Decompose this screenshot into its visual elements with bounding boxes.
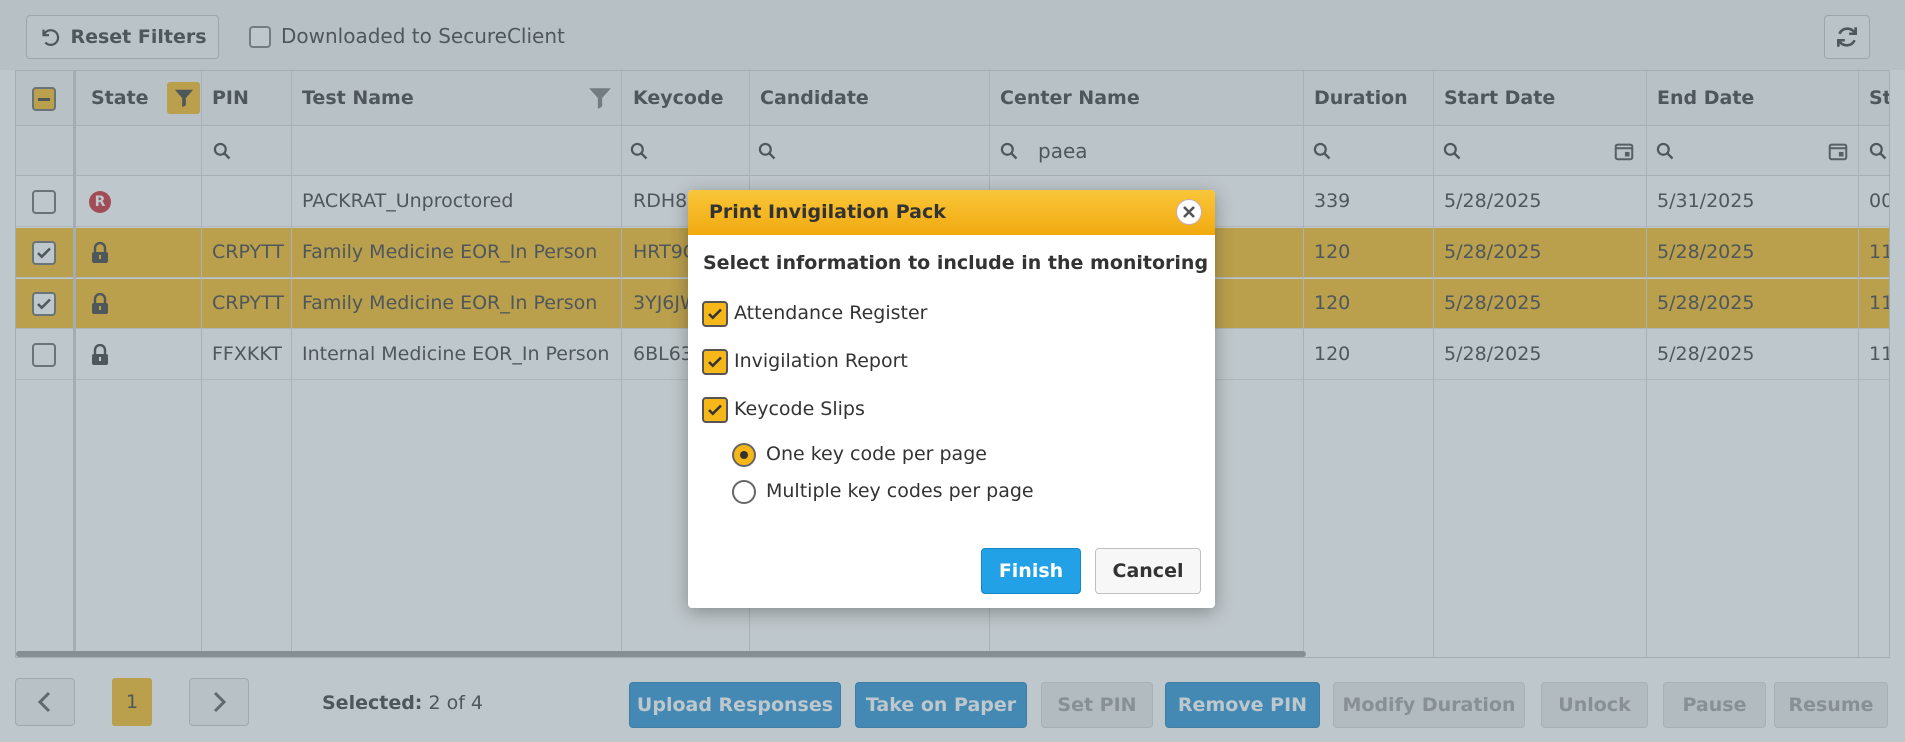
cancel-button[interactable]: Cancel bbox=[1095, 548, 1201, 594]
app: Reset Filters Downloaded to SecureClient… bbox=[0, 0, 1905, 742]
dialog-title: Print Invigilation Pack bbox=[709, 201, 946, 223]
finish-button[interactable]: Finish bbox=[981, 548, 1081, 594]
invigilation-report-checkbox[interactable] bbox=[702, 349, 728, 375]
one-keycode-label: One key code per page bbox=[766, 443, 987, 465]
close-icon bbox=[1183, 206, 1195, 218]
dialog-prompt: Select information to include in the mon… bbox=[703, 252, 1215, 274]
invigilation-report-label: Invigilation Report bbox=[734, 350, 908, 372]
one-keycode-radio[interactable] bbox=[732, 443, 756, 467]
attendance-register-checkbox[interactable] bbox=[702, 301, 728, 327]
multiple-keycodes-radio[interactable] bbox=[732, 480, 756, 504]
print-invigilation-dialog: Print Invigilation Pack Select informati… bbox=[688, 190, 1215, 608]
keycode-slips-label: Keycode Slips bbox=[734, 398, 865, 420]
checkmark-icon bbox=[708, 308, 722, 320]
attendance-register-label: Attendance Register bbox=[734, 302, 928, 324]
close-button[interactable] bbox=[1176, 199, 1202, 225]
checkmark-icon bbox=[708, 356, 722, 368]
checkmark-icon bbox=[708, 404, 722, 416]
dialog-header: Print Invigilation Pack bbox=[688, 190, 1215, 235]
keycode-slips-checkbox[interactable] bbox=[702, 397, 728, 423]
multiple-keycodes-label: Multiple key codes per page bbox=[766, 480, 1034, 502]
